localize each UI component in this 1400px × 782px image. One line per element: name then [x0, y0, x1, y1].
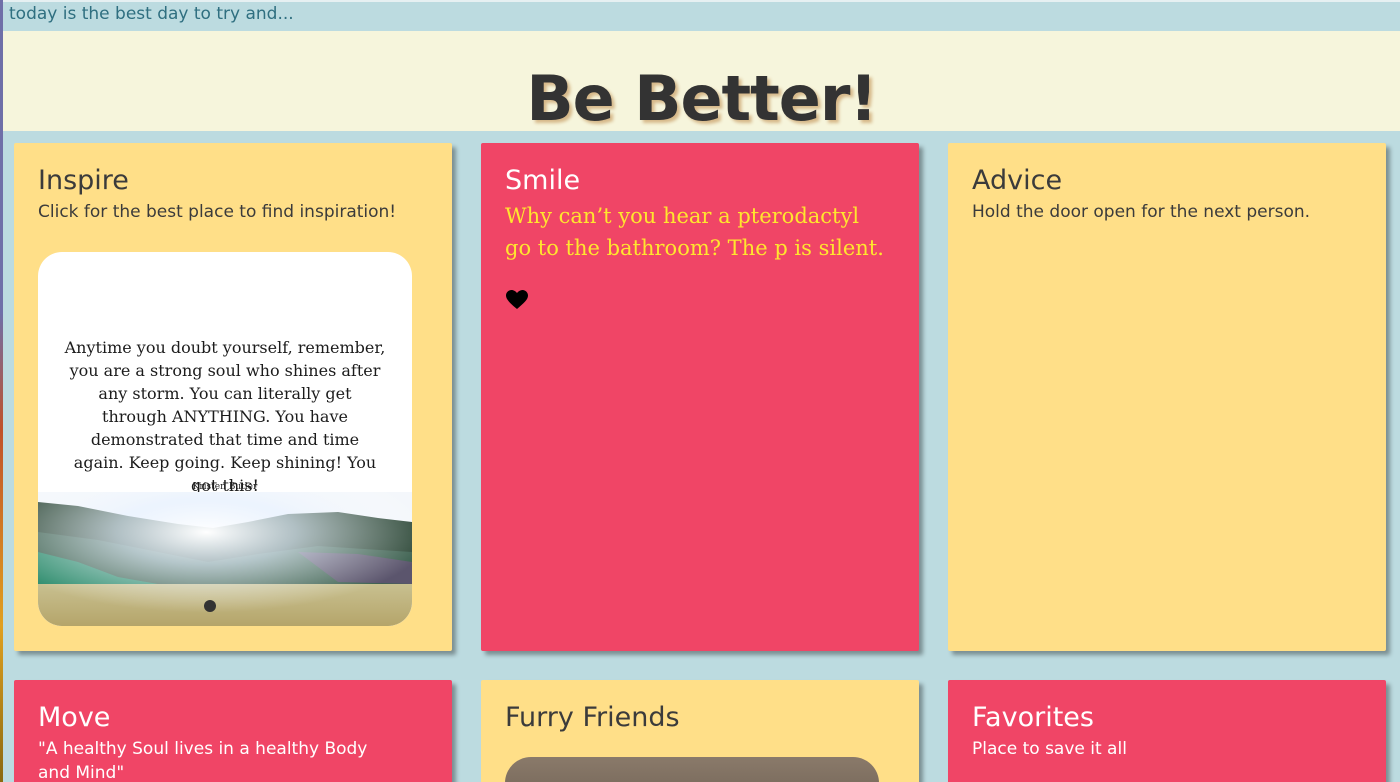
card-smile[interactable]: Smile Why can’t you hear a pterodactyl g…	[481, 143, 919, 651]
card-title: Advice	[972, 165, 1063, 196]
card-subtitle[interactable]: Click for the best place to find inspira…	[38, 200, 428, 224]
card-title: Move	[38, 702, 111, 733]
quote-author: Kristen Butler	[192, 482, 258, 492]
card-subtitle: Hold the door open for the next person.	[972, 202, 1311, 222]
inspiration-quote-image[interactable]: Anytime you doubt yourself, remember, yo…	[38, 252, 412, 626]
joke-text: Why can’t you hear a pterodactyl go to t…	[505, 204, 884, 260]
card-advice[interactable]: Advice Hold the door open for the next p…	[948, 143, 1386, 651]
card-move[interactable]: Move "A healthy Soul lives in a healthy …	[14, 680, 452, 782]
card-inspire[interactable]: Inspire Click for the best place to find…	[14, 143, 452, 651]
top-bar: today is the best day to try and...	[3, 0, 1400, 31]
mountain-sunrise-photo	[38, 492, 412, 626]
card-title: Furry Friends	[505, 702, 680, 733]
pet-photo[interactable]	[505, 757, 879, 782]
card-subtitle: Place to save it all	[972, 739, 1127, 759]
card-title: Smile	[505, 165, 581, 196]
page-header: Be Better!	[3, 31, 1400, 135]
card-subtitle: "A healthy Soul lives in a healthy Body …	[38, 739, 368, 782]
card-favorites[interactable]: Favorites Place to save it all	[948, 680, 1386, 782]
page-title: Be Better!	[526, 62, 877, 135]
card-title: Favorites	[972, 702, 1094, 733]
card-title: Inspire	[38, 165, 129, 196]
card-furry-friends[interactable]: Furry Friends	[481, 680, 919, 782]
heart-icon[interactable]	[505, 288, 529, 312]
quote-text: Anytime you doubt yourself, remember, yo…	[64, 338, 386, 495]
tagline: today is the best day to try and...	[9, 4, 294, 24]
